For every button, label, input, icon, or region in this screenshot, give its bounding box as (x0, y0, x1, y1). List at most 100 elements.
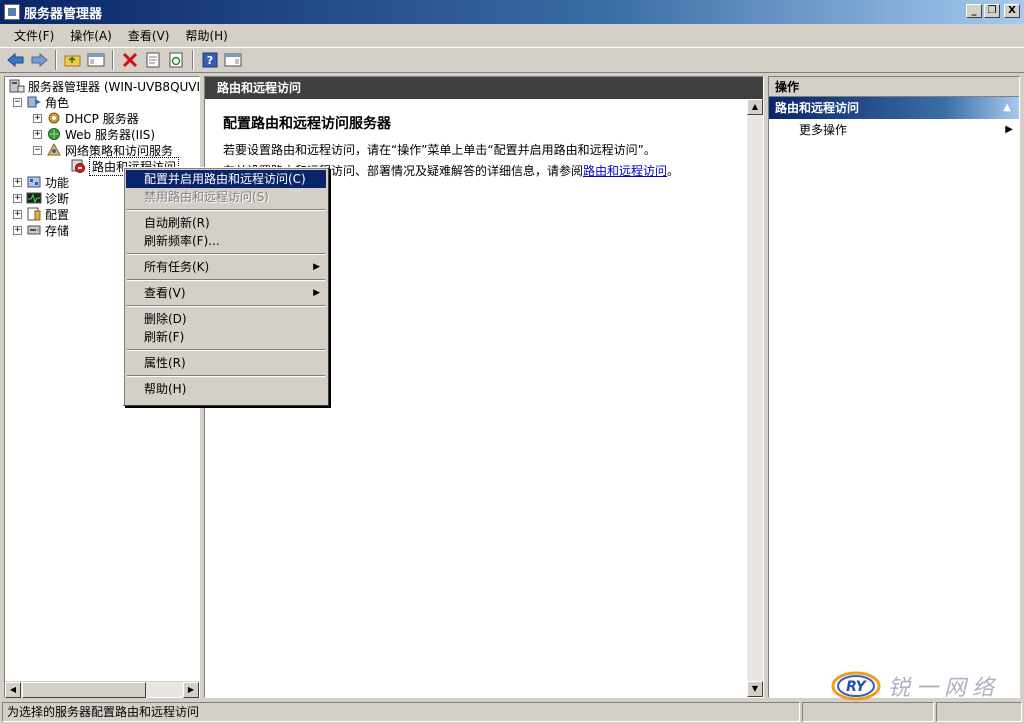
tree-expander[interactable]: + (13, 193, 22, 203)
help-icon[interactable]: ? (200, 50, 220, 70)
status-text: 为选择的服务器配置路由和远程访问 (2, 702, 800, 722)
tree-node-npas[interactable]: − 网络策略和访问服务 (33, 142, 173, 158)
menu-auto-refresh[interactable]: 自动刷新(R) (126, 214, 326, 232)
server-manager-app-icon[interactable] (4, 4, 20, 20)
title-bar[interactable]: 服务器管理器 _ ❐ X (0, 0, 1024, 24)
window-controls: _ ❐ X (966, 4, 1020, 18)
tree-node-web-server[interactable]: + Web 服务器(IIS) (33, 126, 155, 142)
storage-icon (26, 223, 42, 237)
menu-delete[interactable]: 删除(D) (126, 310, 326, 328)
actions-section-rras[interactable]: 路由和远程访问 ▲ (769, 97, 1019, 119)
scroll-left-arrow-icon[interactable]: ◀ (5, 682, 21, 698)
content-instruction: 若要设置路由和远程访问，请在“操作”菜单上单击“配置并启用路由和远程访问”。 (223, 143, 656, 157)
watermark-text: 锐一网络 (888, 676, 1001, 701)
tree-node-storage[interactable]: + 存储 (13, 222, 69, 238)
tree-expander[interactable]: − (33, 145, 42, 155)
scroll-up-arrow-icon[interactable]: ▲ (747, 99, 763, 115)
tree-label: 网络策略和访问服务 (65, 143, 174, 158)
submenu-arrow-icon: ▶ (313, 288, 320, 298)
close-button[interactable]: X (1004, 4, 1020, 18)
rras-help-link[interactable]: 路由和远程访问 (583, 164, 667, 178)
tree-node-dhcp[interactable]: + DHCP 服务器 (33, 110, 139, 126)
submenu-arrow-icon: ▶ (1005, 124, 1013, 135)
tree-label: 存储 (45, 223, 70, 238)
forward-icon[interactable] (29, 50, 49, 70)
roles-icon (26, 95, 42, 109)
watermark-logo-text: RY (846, 679, 867, 695)
menu-refresh-rate[interactable]: 刷新频率(F)... (126, 232, 326, 250)
tree-label: 服务器管理器 (WIN-UVB8QUVDP7 (28, 79, 199, 94)
result-pane-header: 路由和远程访问 (205, 77, 763, 99)
tree-label: DHCP 服务器 (65, 111, 139, 126)
more-actions-item[interactable]: 更多操作 ▶ (769, 119, 1019, 141)
properties-icon[interactable] (143, 50, 163, 70)
menu-file[interactable]: 文件(F) (6, 27, 62, 44)
tree-label: 角色 (45, 95, 70, 110)
dhcp-server-icon (46, 111, 62, 125)
menu-bar: 文件(F) 操作(A) 查看(V) 帮助(H) (0, 24, 1024, 46)
menu-view[interactable]: 查看(V) (120, 27, 178, 44)
diagnostics-icon (26, 191, 42, 205)
tree-expander[interactable]: + (33, 129, 42, 139)
menu-separator (127, 305, 325, 307)
menu-configure-enable-rras[interactable]: 配置并启用路由和远程访问(C) (126, 170, 326, 188)
result-vertical-scrollbar[interactable]: ▲ ▼ (747, 99, 763, 697)
features-icon (26, 175, 42, 189)
restore-button[interactable]: ❐ (984, 4, 1000, 18)
server-manager-icon (9, 79, 25, 93)
menu-view-sub[interactable]: 查看(V) ▶ (126, 284, 326, 302)
tree-horizontal-scrollbar[interactable]: ◀ ▶ (5, 681, 199, 698)
more-actions-label: 更多操作 (799, 123, 848, 137)
menu-separator (127, 349, 325, 351)
tree-expander[interactable]: + (13, 209, 22, 219)
tree-label: Web 服务器(IIS) (65, 127, 156, 142)
tree-node-server-manager[interactable]: 服务器管理器 (WIN-UVB8QUVDP7 (9, 78, 199, 94)
context-menu: 配置并启用路由和远程访问(C) 禁用路由和远程访问(S) 自动刷新(R) 刷新频… (123, 167, 329, 406)
toolbar-separator (55, 50, 57, 70)
menu-all-tasks[interactable]: 所有任务(K) ▶ (126, 258, 326, 276)
menu-refresh[interactable]: 刷新(F) (126, 328, 326, 346)
content-heading: 配置路由和远程访问服务器 (223, 116, 391, 132)
watermark: RY 锐一网络 (830, 666, 1020, 706)
svg-text:?: ? (207, 54, 213, 67)
menu-help-item[interactable]: 帮助(H) (126, 380, 326, 398)
window-title: 服务器管理器 (24, 6, 103, 22)
menu-all-tasks-label: 所有任务(K) (144, 260, 210, 274)
scrollbar-thumb[interactable] (22, 682, 146, 698)
toolbar-separator (192, 50, 194, 70)
tree-label: 诊断 (45, 191, 70, 206)
actions-section-label: 路由和远程访问 (775, 101, 860, 115)
minimize-button[interactable]: _ (966, 4, 982, 18)
tree-label: 配置 (45, 207, 70, 222)
menu-separator (127, 209, 325, 211)
show-hide-tree-icon[interactable] (86, 50, 106, 70)
tree-expander[interactable]: + (13, 225, 22, 235)
menu-disable-rras: 禁用路由和远程访问(S) (144, 190, 269, 204)
delete-icon[interactable] (120, 50, 140, 70)
scroll-right-arrow-icon[interactable]: ▶ (183, 682, 199, 698)
tree-expander[interactable]: − (13, 97, 22, 107)
menu-help[interactable]: 帮助(H) (177, 27, 235, 44)
collapse-up-icon[interactable]: ▲ (1003, 97, 1011, 119)
scroll-down-arrow-icon[interactable]: ▼ (747, 681, 763, 697)
actions-pane: 操作 路由和远程访问 ▲ 更多操作 ▶ (768, 76, 1020, 698)
tree-node-configuration[interactable]: + 配置 (13, 206, 69, 222)
tree-node-features[interactable]: + 功能 (13, 174, 69, 190)
refresh-icon[interactable] (166, 50, 186, 70)
menu-action[interactable]: 操作(A) (62, 27, 120, 44)
show-hide-action-pane-icon[interactable] (223, 50, 243, 70)
toolbar: ? (0, 47, 1024, 73)
menu-separator (127, 279, 325, 281)
network-policy-icon (46, 142, 62, 157)
tree-expander[interactable]: + (33, 113, 42, 123)
menu-separator (127, 253, 325, 255)
rras-stopped-icon (71, 159, 87, 173)
configuration-icon (26, 207, 42, 221)
back-icon[interactable] (6, 50, 26, 70)
menu-properties[interactable]: 属性(R) (126, 354, 326, 372)
web-server-icon (46, 127, 62, 141)
up-folder-icon[interactable] (63, 50, 83, 70)
tree-expander[interactable]: + (13, 177, 22, 187)
tree-node-diagnostics[interactable]: + 诊断 (13, 190, 69, 206)
tree-node-roles[interactable]: − 角色 (13, 94, 69, 110)
